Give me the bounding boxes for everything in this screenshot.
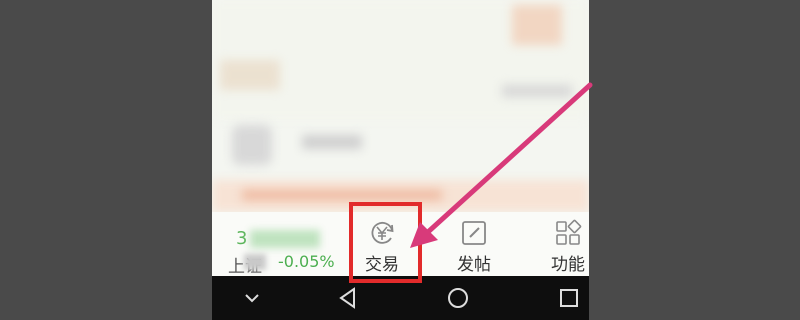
pointer-arrow: [410, 82, 593, 248]
